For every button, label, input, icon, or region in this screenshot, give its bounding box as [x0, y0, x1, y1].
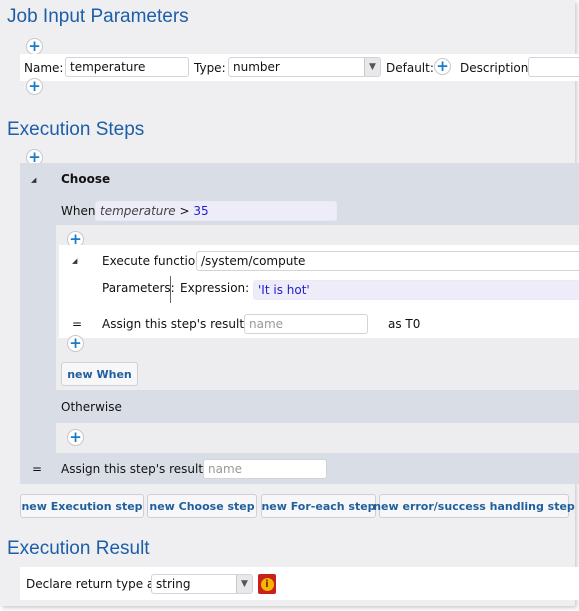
new-for-each-step-button[interactable]: new For-each step	[261, 494, 376, 518]
chevron-down-icon: ▼	[236, 575, 252, 593]
plus-icon: +	[69, 428, 82, 446]
assign-label: Assign this step's result to	[61, 462, 219, 476]
add-parameter-below-button[interactable]: +	[26, 78, 43, 95]
divider	[170, 276, 171, 303]
new-error-success-handling-step-button[interactable]: new error/success handling step	[373, 494, 575, 518]
name-label: Name:	[24, 61, 64, 75]
type-label: Type:	[194, 61, 226, 75]
assign-name-input[interactable]: name	[244, 314, 368, 334]
when-number: 35	[193, 204, 209, 218]
add-parameter-above-button[interactable]: +	[26, 38, 43, 55]
info-icon[interactable]: i	[258, 574, 276, 594]
otherwise-body	[56, 423, 579, 453]
assign-label: Assign this step's result to	[102, 317, 260, 331]
type-select[interactable]: number ▼	[228, 57, 381, 77]
add-otherwise-step-button[interactable]: +	[67, 429, 84, 446]
execution-result-title: Execution Result	[7, 538, 150, 559]
chevron-down-icon: ▼	[364, 58, 380, 76]
expression-label: Expression:	[180, 281, 250, 295]
plus-icon: +	[69, 334, 82, 352]
return-type-value: string	[156, 577, 191, 591]
job-input-title: Job Input Parameters	[7, 6, 189, 27]
plus-icon: +	[436, 57, 449, 75]
collapse-triangle-icon[interactable]: ◢	[72, 257, 77, 265]
new-when-button[interactable]: new When	[61, 362, 138, 386]
new-choose-step-button[interactable]: new Choose step	[147, 494, 257, 518]
execute-function-label: Execute function	[102, 254, 203, 268]
plus-icon: +	[28, 37, 41, 55]
new-execution-step-button[interactable]: new Execution step	[20, 494, 144, 518]
plus-icon: +	[28, 77, 41, 95]
type-value: number	[233, 60, 280, 74]
add-default-button[interactable]: +	[434, 58, 451, 75]
return-type-select[interactable]: string ▼	[151, 574, 253, 594]
assign-equals: =	[32, 462, 43, 476]
when-condition-input[interactable]: temperature > 35	[95, 201, 337, 221]
assign-equals: =	[72, 317, 83, 331]
declare-return-type-label: Declare return type as:	[26, 577, 165, 591]
page: Job Input Parameters + Name: temperature…	[0, 0, 579, 606]
name-input[interactable]: temperature	[65, 57, 189, 77]
choose-assign-name-input[interactable]: name	[203, 459, 327, 479]
when-operator: >	[175, 204, 194, 218]
when-variable: temperature	[100, 204, 176, 218]
description-label: Description:	[460, 61, 533, 75]
collapse-triangle-icon[interactable]: ◢	[31, 176, 36, 184]
function-input[interactable]: /system/compute	[196, 251, 579, 271]
execution-steps-title: Execution Steps	[7, 119, 145, 140]
default-label: Default:	[386, 61, 434, 75]
description-input[interactable]	[528, 57, 579, 77]
expression-input[interactable]: 'It is hot'	[253, 280, 579, 300]
parameters-label: Parameters:	[102, 281, 175, 295]
as-t0-label: as T0	[388, 317, 421, 331]
otherwise-label: Otherwise	[61, 400, 122, 414]
choose-label: Choose	[61, 172, 111, 186]
add-when-step-below-button[interactable]: +	[67, 335, 84, 352]
when-label: When	[61, 204, 96, 218]
